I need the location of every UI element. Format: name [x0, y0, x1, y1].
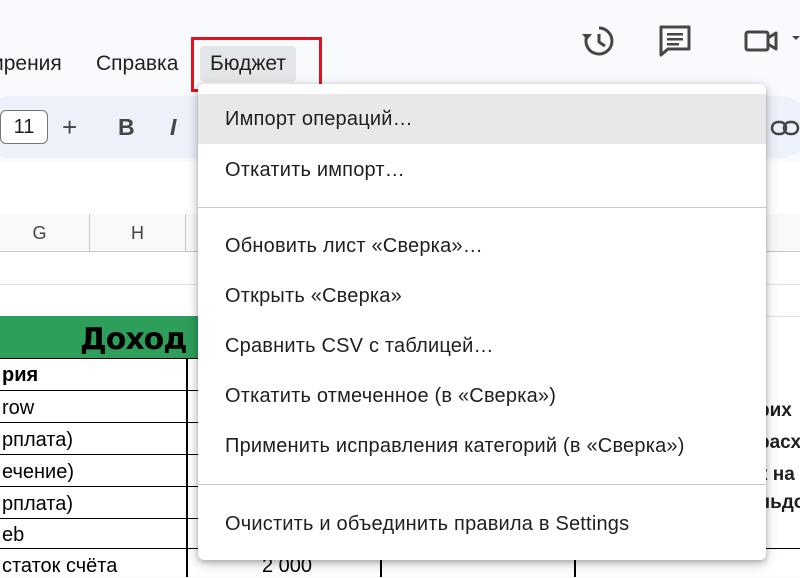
- column-border: [186, 358, 188, 577]
- menu-separator: [198, 207, 766, 208]
- menu-item-clear-merge-rules[interactable]: Очистить и объединить правила в Settings: [198, 499, 766, 549]
- column-header-h[interactable]: H: [90, 214, 186, 252]
- menu-item-import-operations[interactable]: Импорт операций…: [198, 94, 766, 144]
- menu-item-rollback-marked[interactable]: Откатить отмеченное (в «Сверка»): [198, 371, 766, 421]
- bold-button[interactable]: B: [118, 108, 135, 146]
- row-border: [0, 486, 200, 487]
- budget-menu-dropdown: Импорт операций… Откатить импорт… Обнови…: [198, 84, 766, 560]
- history-icon[interactable]: [580, 22, 618, 60]
- menu-item-apply-category-fixes[interactable]: Применить исправления категорий (в «Свер…: [198, 421, 766, 471]
- cell-balance-label[interactable]: статок счёта: [2, 555, 117, 578]
- row-border: [0, 390, 200, 391]
- row-border: [0, 358, 200, 359]
- column-header-g[interactable]: G: [0, 214, 90, 252]
- comment-icon[interactable]: [656, 22, 694, 60]
- video-call-icon[interactable]: [742, 22, 800, 60]
- cell[interactable]: eb: [2, 524, 24, 547]
- menu-separator: [198, 484, 766, 485]
- row-border: [0, 454, 200, 455]
- cell[interactable]: row: [2, 397, 34, 420]
- menu-item-refresh-reconcile-sheet[interactable]: Обновить лист «Сверка»…: [198, 221, 766, 271]
- row-border: [0, 422, 200, 423]
- menu-help[interactable]: Справка: [96, 50, 178, 78]
- cell[interactable]: ечение): [2, 461, 74, 484]
- income-title: Доход: [80, 322, 188, 357]
- increase-font-size-button[interactable]: +: [62, 108, 77, 146]
- cell-category-header[interactable]: рия: [2, 364, 38, 387]
- menu-item-rollback-import[interactable]: Откатить импорт…: [198, 145, 766, 195]
- cell[interactable]: рплата): [2, 429, 73, 452]
- cell[interactable]: рплата): [2, 493, 73, 516]
- column-header-j[interactable]: [766, 214, 800, 252]
- row-border: [0, 518, 200, 519]
- link-icon[interactable]: [770, 116, 800, 140]
- menu-extensions[interactable]: ирения: [0, 50, 62, 78]
- italic-button[interactable]: I: [170, 108, 176, 146]
- menu-item-compare-csv[interactable]: Сравнить CSV с таблицей…: [198, 321, 766, 371]
- menu-item-open-reconcile[interactable]: Открыть «Сверка»: [198, 271, 766, 321]
- font-size-field[interactable]: 11: [0, 110, 48, 144]
